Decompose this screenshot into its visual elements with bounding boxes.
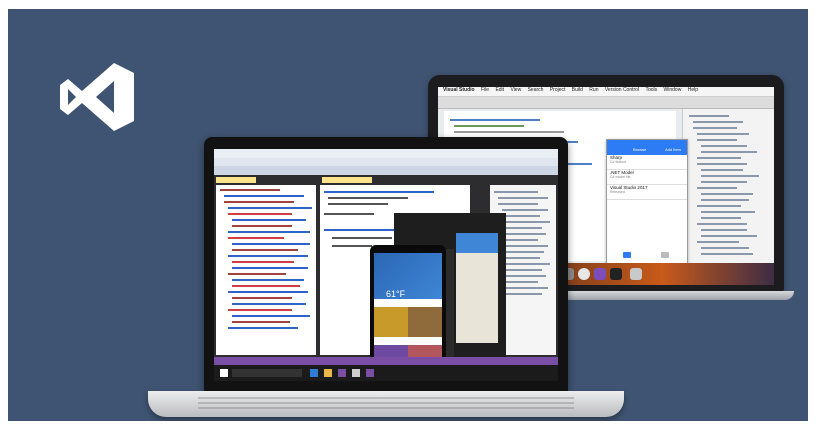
windows-taskbar <box>214 365 558 381</box>
vs-status-bar <box>214 357 558 365</box>
editor-tab[interactable] <box>322 177 372 183</box>
ios-nav-right[interactable]: Add Item <box>665 147 681 152</box>
list-item[interactable]: .NET Model C# model file <box>607 170 687 185</box>
ios-tab-icon[interactable] <box>661 252 669 258</box>
mac-menu-item[interactable]: Visual Studio <box>443 87 475 93</box>
visual-studio-logo-icon <box>60 63 134 131</box>
trash-icon[interactable] <box>630 268 642 280</box>
file-explorer-icon[interactable] <box>324 369 332 377</box>
safari-icon[interactable] <box>578 268 590 280</box>
keyboard-row <box>198 402 574 404</box>
ios-nav-bar: Browse Add Item <box>607 140 687 155</box>
mac-menu-item[interactable]: Help <box>688 87 698 93</box>
ios-tab-icon[interactable] <box>623 252 631 258</box>
mac-menu-item[interactable]: Edit <box>495 87 504 93</box>
mac-menu-item[interactable]: View <box>510 87 521 93</box>
mac-menu-item[interactable]: Window <box>664 87 682 93</box>
mac-menu-item[interactable]: Tools <box>645 87 657 93</box>
edge-icon[interactable] <box>310 369 318 377</box>
list-item[interactable]: Sharp C# feature <box>607 155 687 170</box>
taskbar-app-icon[interactable] <box>366 369 374 377</box>
visual-studio-icon[interactable] <box>338 369 346 377</box>
mac-menu-item[interactable]: Run <box>589 87 598 93</box>
windows-screen: 61°F <box>214 149 558 381</box>
vs-title-bar <box>214 149 558 158</box>
mac-menu-item[interactable]: Search <box>528 87 544 93</box>
list-item-subtitle: C# model file <box>610 175 631 179</box>
solution-explorer[interactable] <box>682 109 774 285</box>
windows-start-icon[interactable] <box>220 369 228 377</box>
weather-temperature: 61°F <box>386 289 406 299</box>
image-tile[interactable] <box>374 307 408 337</box>
mac-menubar: Visual Studio File Edit View Search Proj… <box>438 87 774 97</box>
mac-menu-item[interactable]: Project <box>550 87 566 93</box>
list-item[interactable]: Visual Studio 2017 Released <box>607 185 687 200</box>
emulator-map-header <box>456 233 498 253</box>
surface-laptop: 61°F <box>204 137 568 391</box>
mac-toolbar[interactable] <box>438 97 774 109</box>
mac-menu-item[interactable]: Build <box>572 87 583 93</box>
ios-nav-left[interactable]: Browse <box>633 147 646 152</box>
list-item-subtitle: Released <box>610 190 625 194</box>
ios-simulator[interactable]: Browse Add Item Sharp C# feature .NET Mo… <box>606 139 688 265</box>
keyboard-row <box>198 397 574 399</box>
hero-banner: Visual Studio File Edit View Search Proj… <box>8 9 808 421</box>
emulator-icon[interactable] <box>352 369 360 377</box>
terminal-icon[interactable] <box>610 268 622 280</box>
xaml-editor[interactable] <box>216 185 316 355</box>
keyboard-row <box>198 407 574 409</box>
weather-header: 61°F <box>374 253 442 299</box>
image-tile[interactable] <box>408 307 442 337</box>
android-screen[interactable]: 61°F <box>374 253 442 371</box>
editor-tab[interactable] <box>216 177 256 183</box>
visual-studio-icon[interactable] <box>594 268 606 280</box>
taskbar-search-box[interactable] <box>232 369 302 377</box>
vs-toolbar[interactable] <box>214 166 558 175</box>
vs-menu-bar[interactable] <box>214 158 558 166</box>
mac-menu-item[interactable]: File <box>481 87 489 93</box>
list-item-subtitle: C# feature <box>610 160 627 164</box>
mac-menu-item[interactable]: Version Control <box>605 87 639 93</box>
surface-keyboard-deck <box>148 391 624 417</box>
